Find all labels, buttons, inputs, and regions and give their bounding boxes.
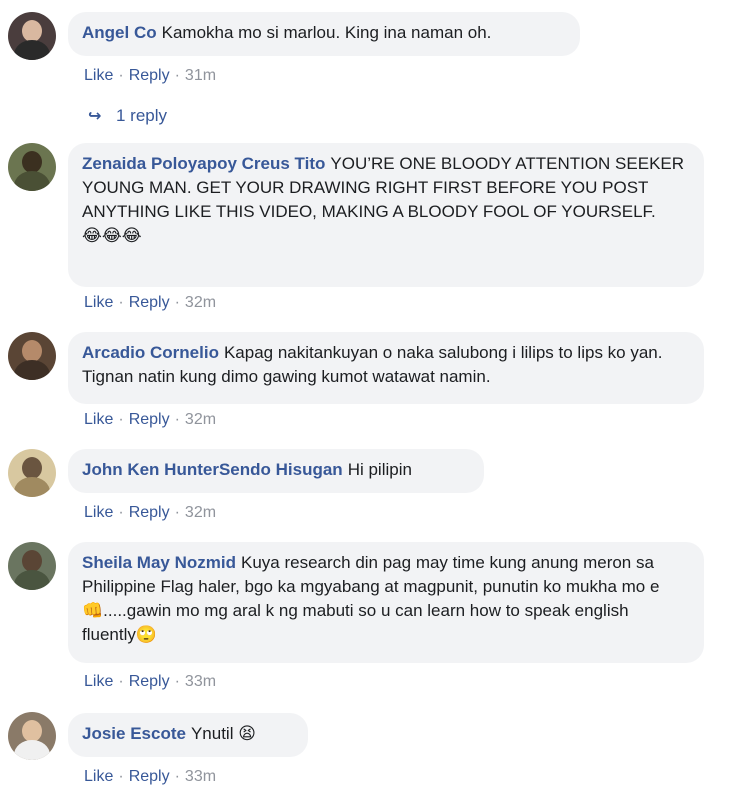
comment-author[interactable]: Josie Escote xyxy=(82,724,186,743)
like-link[interactable]: Like xyxy=(84,294,113,311)
comment-time[interactable]: 33m xyxy=(185,673,216,690)
comment-time[interactable]: 32m xyxy=(185,411,216,428)
avatar[interactable] xyxy=(8,542,56,590)
avatar[interactable] xyxy=(8,449,56,497)
comment-author[interactable]: Sheila May Nozmid xyxy=(82,553,236,572)
reply-link[interactable]: Reply xyxy=(129,768,170,785)
comment-actions: Like · Reply · 33m xyxy=(84,768,217,785)
reply-arrow-icon: ↪ xyxy=(88,106,102,125)
comment-author[interactable]: John Ken HunterSendo Hisugan xyxy=(82,460,343,479)
comment-author[interactable]: Zenaida Poloyapoy Creus Tito xyxy=(82,154,325,173)
comment-time[interactable]: 31m xyxy=(185,67,216,84)
comment-bubble: Josie Escote Ynutil 😫 xyxy=(68,713,308,757)
emoji-laugh: 😂😂😂 xyxy=(82,226,142,246)
comment-text: Hi pilipin xyxy=(347,460,412,479)
reply-link[interactable]: Reply xyxy=(129,504,170,521)
comment-author[interactable]: Arcadio Cornelio xyxy=(82,343,219,362)
avatar[interactable] xyxy=(8,332,56,380)
comment-actions: Like · Reply · 32m xyxy=(84,411,217,428)
like-link[interactable]: Like xyxy=(84,673,113,690)
reply-link[interactable]: Reply xyxy=(129,411,170,428)
comment-text: Kamokha mo si marlou. King ina naman oh. xyxy=(161,23,492,42)
like-link[interactable]: Like xyxy=(84,504,113,521)
comment-time[interactable]: 32m xyxy=(185,504,216,521)
comment-actions: Like · Reply · 33m xyxy=(84,673,217,690)
comment-bubble: John Ken HunterSendo Hisugan Hi pilipin xyxy=(68,449,484,493)
view-replies-link[interactable]: ↪ 1 reply xyxy=(88,104,167,128)
avatar[interactable] xyxy=(8,143,56,191)
reply-link[interactable]: Reply xyxy=(129,294,170,311)
comment-author[interactable]: Angel Co xyxy=(82,23,157,42)
reply-link[interactable]: Reply xyxy=(129,673,170,690)
avatar[interactable] xyxy=(8,12,56,60)
emoji-tired-face: 😫 xyxy=(238,724,256,744)
comment-actions: Like · Reply · 32m xyxy=(84,294,217,311)
comment-text: Ynutil xyxy=(190,724,234,743)
like-link[interactable]: Like xyxy=(84,768,113,785)
comment-bubble: Angel Co Kamokha mo si marlou. King ina n… xyxy=(68,12,580,56)
like-link[interactable]: Like xyxy=(84,411,113,428)
comment-actions: Like · Reply · 32m xyxy=(84,504,217,521)
comment-actions: Like · Reply · 31m xyxy=(84,67,217,84)
comment-bubble: Zenaida Poloyapoy Creus Tito YOU’RE ONE B… xyxy=(68,143,704,287)
reply-link[interactable]: Reply xyxy=(129,67,170,84)
comment-bubble: Arcadio Cornelio Kapag nakitankuyan o nak… xyxy=(68,332,704,404)
like-link[interactable]: Like xyxy=(84,67,113,84)
avatar[interactable] xyxy=(8,712,56,760)
comment-bubble: Sheila May Nozmid Kuya research din pag m… xyxy=(68,542,704,663)
comment-time[interactable]: 32m xyxy=(185,294,216,311)
comment-time[interactable]: 33m xyxy=(185,768,216,785)
replies-count[interactable]: 1 reply xyxy=(116,106,167,125)
